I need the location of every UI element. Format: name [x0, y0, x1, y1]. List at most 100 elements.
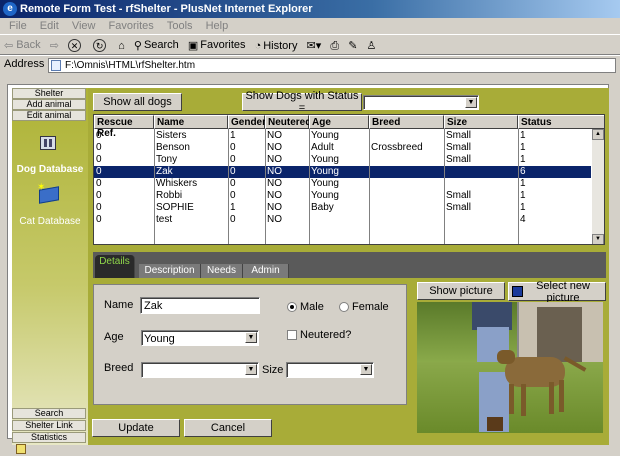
column-divider [444, 129, 445, 244]
table-cell: Sisters [156, 130, 187, 141]
home-button[interactable]: ⌂ [118, 38, 125, 54]
cat-database-icon[interactable]: ✶ [37, 182, 61, 204]
table-row[interactable]: 0 Robbi 0 NO Young Small 1 [94, 190, 591, 202]
table-cell: NO [267, 154, 282, 165]
menu-view[interactable]: View [72, 20, 96, 32]
female-label: Female [352, 301, 389, 313]
female-radio[interactable] [339, 302, 349, 312]
print-button[interactable]: ⎙ [330, 38, 339, 54]
age-select[interactable]: Young ▼ [141, 330, 259, 346]
table-row[interactable]: 0 Zak 0 NO Young 6 [94, 166, 591, 178]
cat-database-link[interactable]: Cat Database [12, 216, 88, 227]
table-cell: 1 [520, 154, 526, 165]
table-cell: 0 [230, 190, 236, 201]
table-row[interactable]: 0 test 0 NO 4 [94, 214, 591, 226]
show-picture-button[interactable]: Show picture [417, 282, 505, 300]
browser-toolbar: ⇦ Back ⇨ ✕ ↻ ⌂ ⚲ Search ▣ Favorites ◔ Histor… [0, 35, 620, 55]
back-arrow-icon: ⇦ [4, 39, 14, 52]
search-button[interactable]: ⚲ Search [134, 37, 179, 53]
size-label: Size [262, 364, 284, 376]
nav-edit-animal-button[interactable]: Edit animal [12, 110, 86, 121]
status-select[interactable]: ▼ [363, 95, 479, 110]
show-all-dogs-button[interactable]: Show all dogs [93, 93, 182, 111]
table-cell: Small [446, 202, 472, 213]
edit-button[interactable]: ✎ [348, 37, 357, 53]
address-value: F:\Omnis\HTML\rfShelter.htm [65, 60, 196, 71]
select-new-picture-button[interactable]: Select new picture [508, 280, 606, 304]
search-icon: ⚲ [133, 39, 142, 52]
table-scrollbar[interactable]: ▲ ▼ [592, 129, 604, 244]
back-button[interactable]: ⇦ Back [4, 37, 41, 53]
show-status-button[interactable]: Show Dogs with Status = [242, 90, 362, 114]
breed-select[interactable]: ▼ [141, 362, 259, 378]
refresh-button[interactable]: ↻ [93, 37, 109, 53]
messenger-button[interactable]: ♙ [367, 37, 377, 53]
update-button[interactable]: Update [92, 419, 180, 437]
nav-shelter-link-button[interactable]: Shelter Link [12, 420, 86, 431]
table-cell: 0 [96, 178, 102, 189]
table-cell: 0 [96, 166, 102, 177]
menu-edit[interactable]: Edit [40, 20, 59, 32]
column-divider [154, 129, 155, 244]
mail-button[interactable]: ✉▾ [307, 37, 322, 53]
menu-favorites[interactable]: Favorites [109, 20, 154, 32]
tab-admin[interactable]: Admin [243, 264, 289, 278]
forward-button[interactable]: ⇨ [50, 37, 59, 53]
tab-description[interactable]: Description [139, 264, 201, 278]
table-cell: Tony [156, 154, 178, 165]
scroll-up-icon[interactable]: ▲ [592, 129, 604, 140]
menu-file[interactable]: File [9, 20, 27, 32]
nav-statistics-button[interactable]: Statistics [12, 432, 86, 443]
tab-details[interactable]: Details [95, 255, 135, 278]
print-icon: ⎙ [330, 39, 340, 52]
details-panel: Name Zak Male Female Age Young ▼ Neutere… [93, 284, 407, 405]
table-cell: Small [446, 130, 472, 141]
table-row[interactable]: 0 Whiskers 0 NO Young 1 [94, 178, 591, 190]
column-header-age[interactable]: Age [309, 115, 369, 129]
age-label: Age [104, 331, 124, 343]
scroll-down-icon[interactable]: ▼ [592, 234, 604, 244]
table-row[interactable]: 0 Benson 0 NO Adult Crossbreed Small 1 [94, 142, 591, 154]
cancel-button[interactable]: Cancel [184, 419, 272, 437]
table-cell: Small [446, 154, 472, 165]
dog-database-link[interactable]: Dog Database [12, 164, 88, 175]
column-header-neutered[interactable]: Neutered [265, 115, 311, 129]
column-header-gender[interactable]: Gender [228, 115, 266, 129]
menu-help[interactable]: Help [206, 20, 229, 32]
favorites-button[interactable]: ▣ Favorites [188, 37, 246, 53]
breed-label: Breed [104, 362, 134, 374]
table-cell: 0 [230, 178, 236, 189]
table-cell: Baby [311, 202, 334, 213]
table-row[interactable]: 0 SOPHIE 1 NO Baby Small 1 [94, 202, 591, 214]
column-header-size[interactable]: Size [444, 115, 518, 129]
nav-search-button[interactable]: Search [12, 408, 86, 419]
table-cell: 0 [96, 190, 102, 201]
address-input[interactable]: F:\Omnis\HTML\rfShelter.htm [48, 58, 616, 73]
stop-button[interactable]: ✕ [68, 37, 84, 53]
column-header-breed[interactable]: Breed [369, 115, 444, 129]
dog-database-icon[interactable] [40, 136, 56, 150]
dogs-table[interactable]: Rescue Ref. Name Gender Neutered Age Bre… [93, 114, 605, 245]
nav-shelter-button[interactable]: Shelter [12, 88, 86, 99]
table-cell: NO [267, 130, 282, 141]
name-field[interactable]: Zak [140, 297, 260, 314]
history-button[interactable]: ◔ History [255, 38, 298, 54]
mail-icon: ✉▾ [306, 39, 322, 52]
column-header-name[interactable]: Name [154, 115, 228, 129]
table-cell: Small [446, 142, 472, 153]
tab-needs[interactable]: Needs [201, 264, 243, 278]
forward-arrow-icon: ⇨ [49, 39, 59, 52]
neutered-checkbox[interactable] [287, 330, 297, 340]
table-row[interactable]: 0 Tony 0 NO Young Small 1 [94, 154, 591, 166]
tab-strip: Details Description Needs Admin [93, 252, 606, 278]
nav-add-animal-button[interactable]: Add animal [12, 99, 86, 110]
table-row[interactable]: 0 Sisters 1 NO Young Small 1 [94, 130, 591, 142]
male-radio[interactable] [287, 302, 297, 312]
table-cell: Zak [156, 166, 173, 177]
column-header-status[interactable]: Status [518, 115, 604, 129]
column-header-rescue-ref[interactable]: Rescue Ref. [94, 115, 154, 139]
table-cell: 0 [96, 142, 102, 153]
table-cell: 0 [96, 130, 102, 141]
size-select[interactable]: ▼ [286, 362, 374, 378]
menu-tools[interactable]: Tools [167, 20, 193, 32]
